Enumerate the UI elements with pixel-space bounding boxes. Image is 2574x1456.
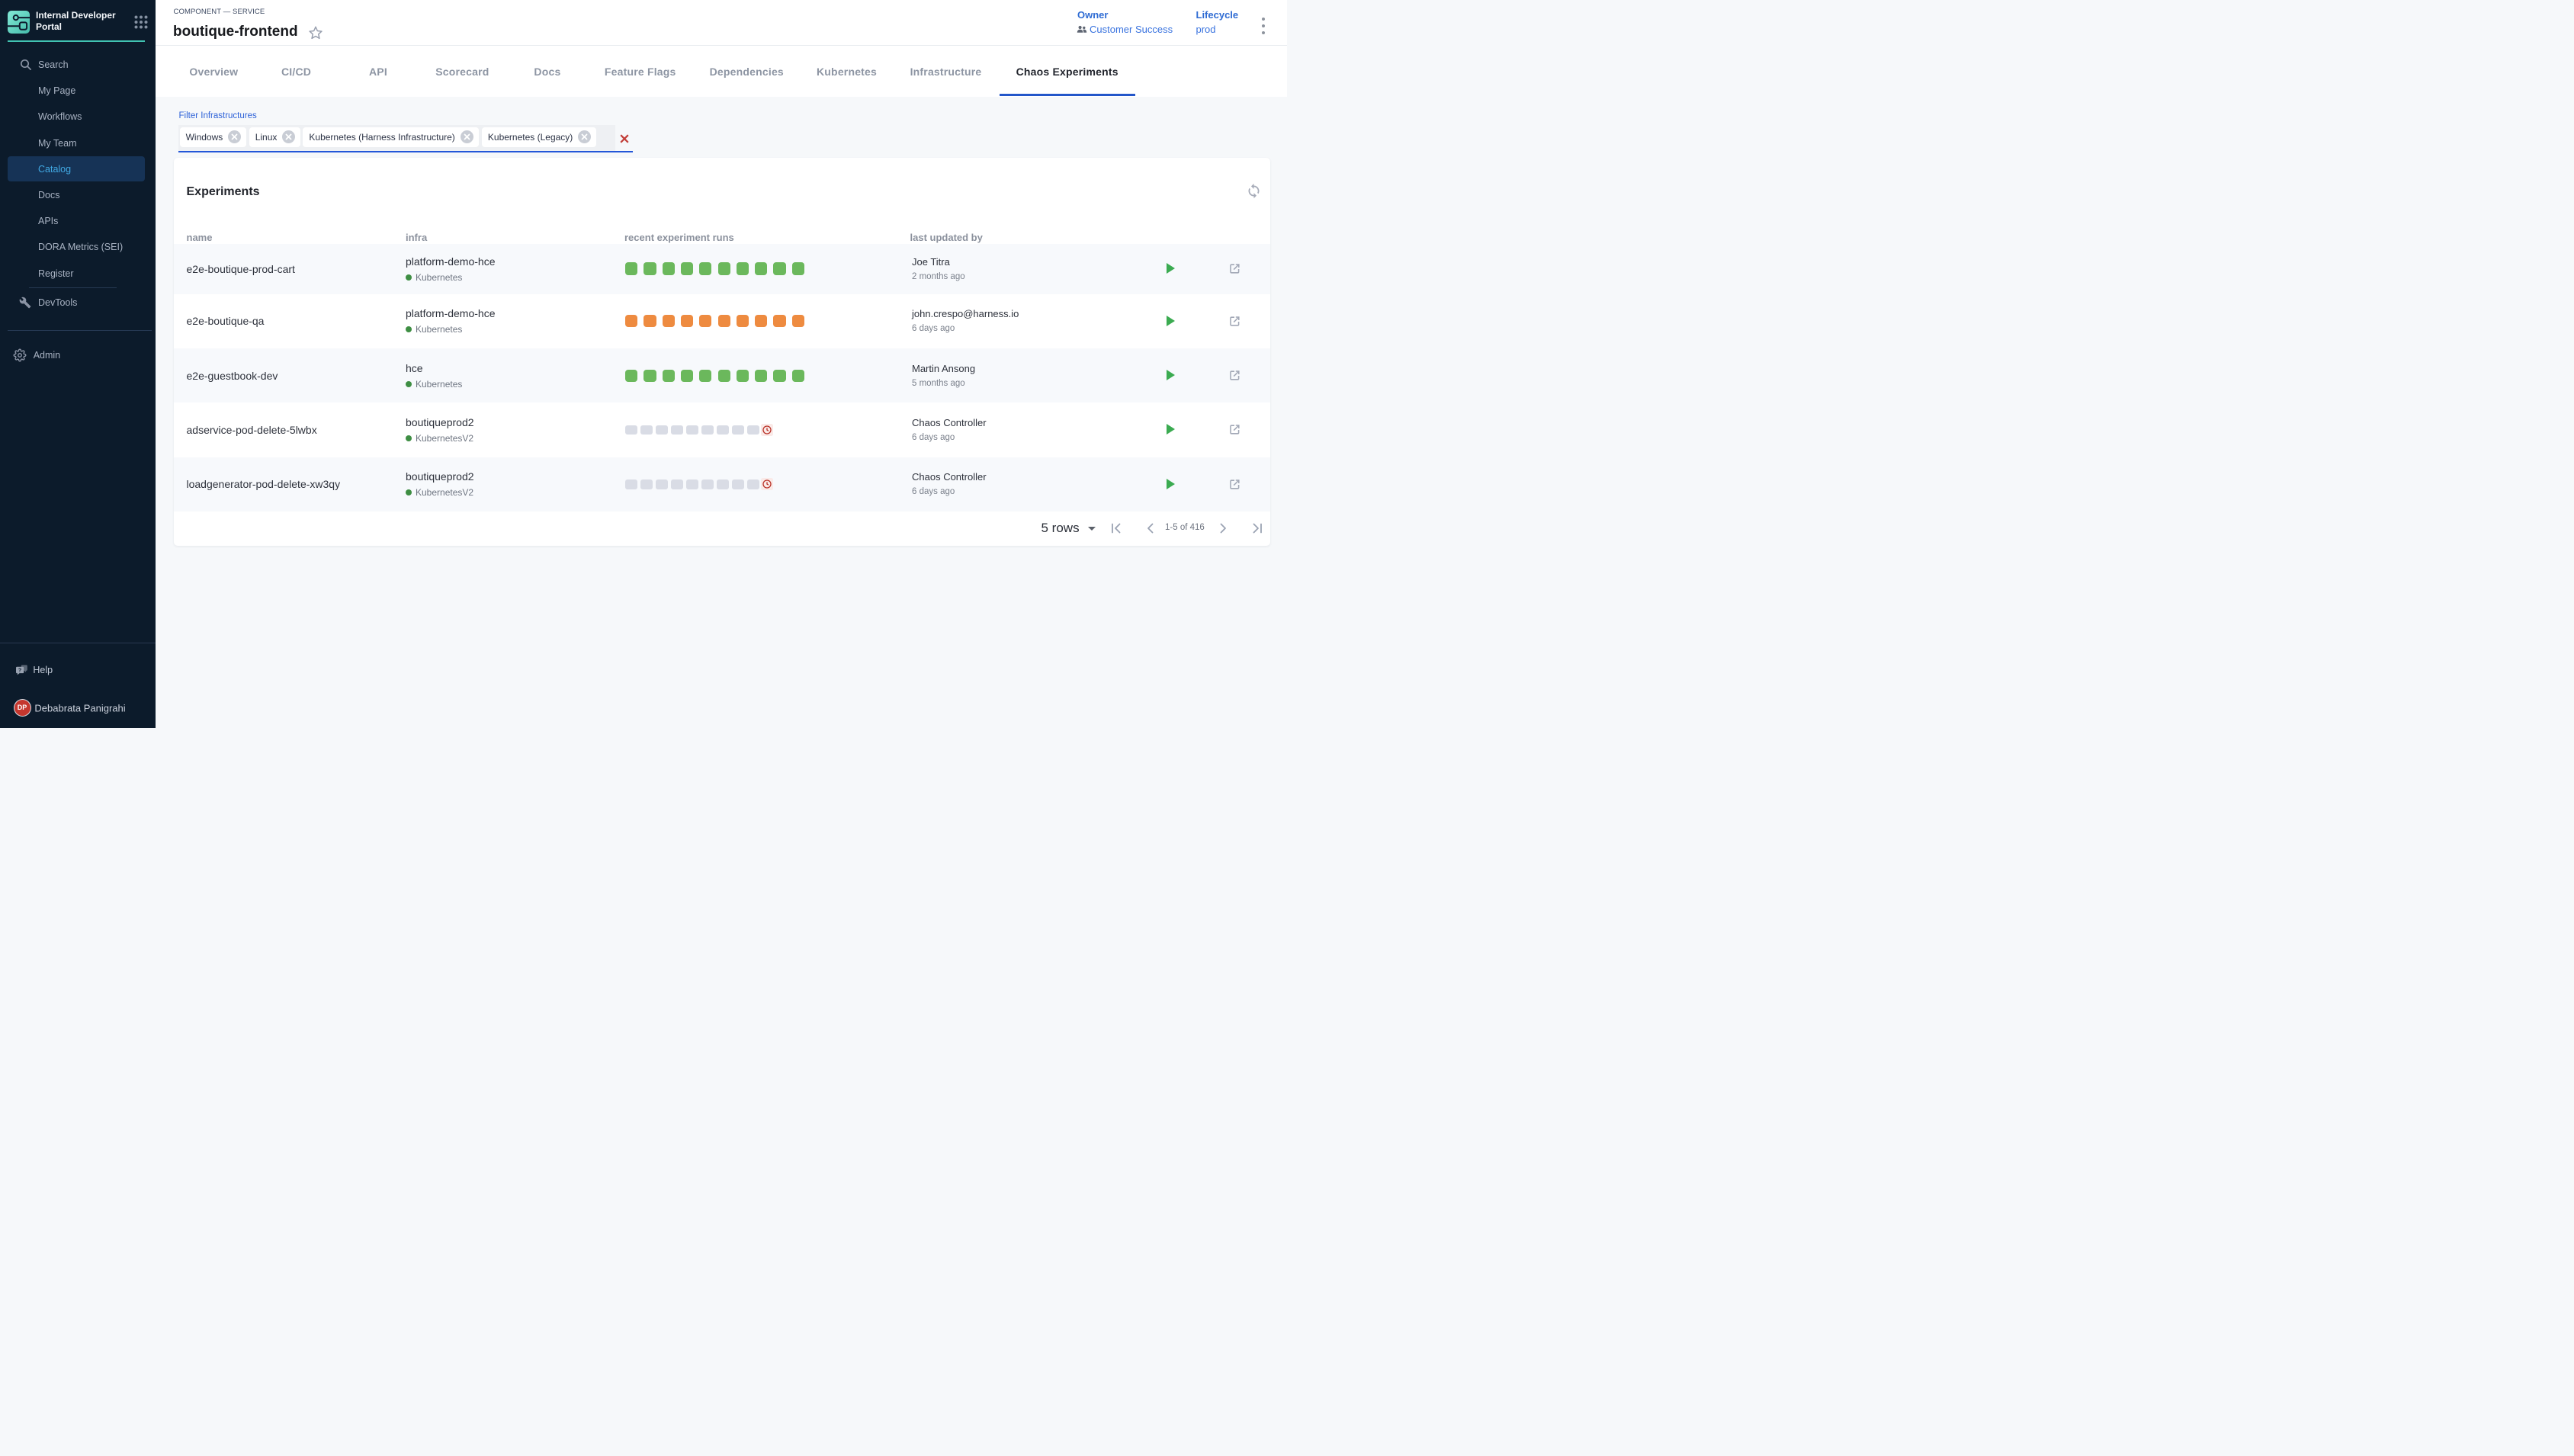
svg-text:?: ? xyxy=(18,667,21,673)
